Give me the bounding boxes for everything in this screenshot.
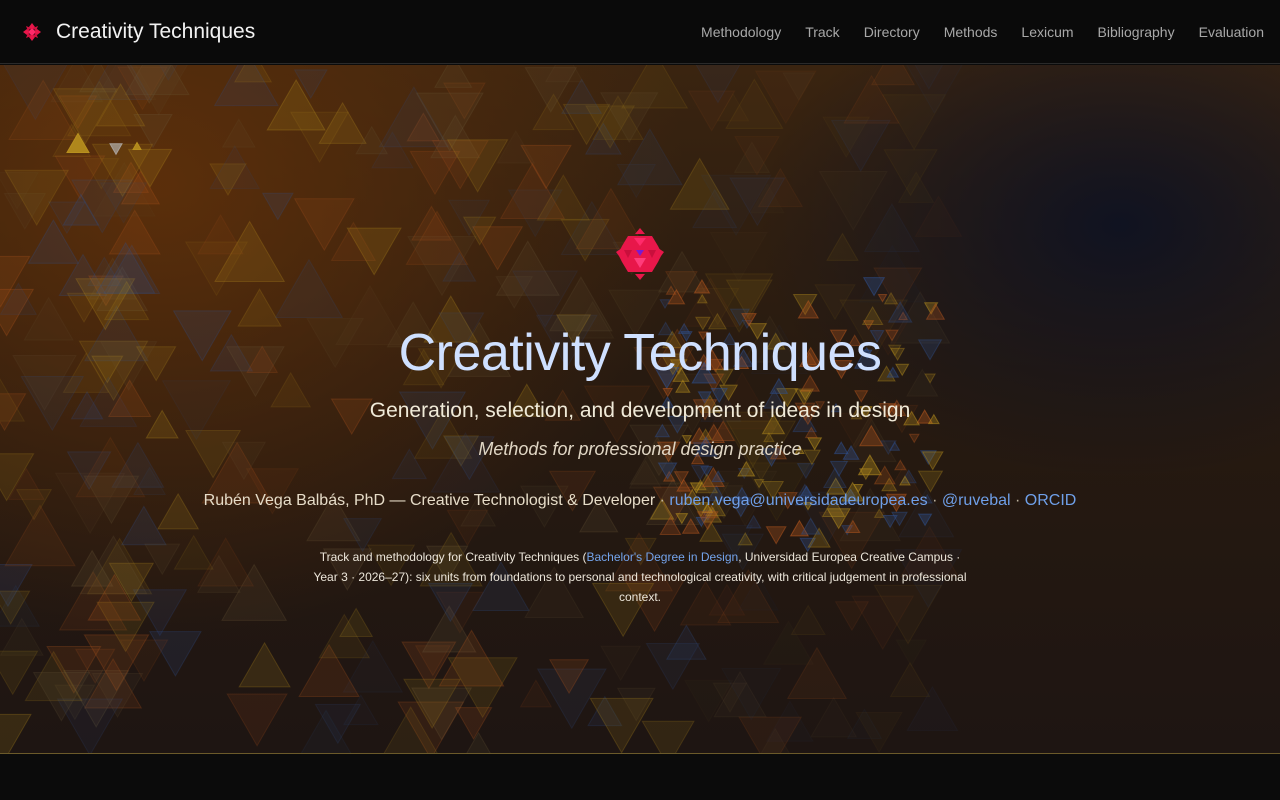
separator: · — [932, 492, 938, 509]
author-line: Rubén Vega Balbás, PhD — Creative Techno… — [0, 492, 1280, 510]
nav-bibliography[interactable]: Bibliography — [1098, 24, 1175, 40]
fractal-flower-icon — [616, 228, 664, 280]
author-orcid-link[interactable]: ORCID — [1025, 492, 1077, 509]
author-handle-link[interactable]: @ruvebal — [942, 492, 1011, 509]
site-title: Creativity Techniques — [56, 20, 256, 43]
nav-methods[interactable]: Methods — [944, 24, 998, 40]
main-nav: Methodology Track Directory Methods Lexi… — [701, 0, 1264, 64]
nav-lexicum[interactable]: Lexicum — [1021, 24, 1073, 40]
nav-evaluation[interactable]: Evaluation — [1199, 24, 1264, 40]
hero-subtitle: Generation, selection, and development o… — [369, 399, 911, 422]
hero-section: Creativity Techniques Generation, select… — [0, 65, 1280, 753]
nav-track[interactable]: Track — [805, 24, 839, 40]
degree-link[interactable]: Bachelor's Degree in Design — [586, 550, 738, 564]
nav-directory[interactable]: Directory — [864, 24, 920, 40]
course-description: Track and methodology for Creativity Tec… — [310, 547, 970, 607]
author-email-link[interactable]: ruben.vega@universidadeuropea.es — [669, 492, 927, 509]
fractal-flower-icon — [23, 23, 41, 41]
hero-bottom-border — [0, 753, 1280, 754]
separator: · — [1015, 492, 1021, 509]
brand-home-link[interactable]: Creativity Techniques — [22, 0, 255, 64]
hero-tagline: Methods for professional design practice — [478, 439, 802, 459]
hero-content: Creativity Techniques Generation, select… — [0, 65, 1280, 753]
nav-methodology[interactable]: Methodology — [701, 24, 781, 40]
separator: · — [659, 492, 665, 509]
author-name-role: Rubén Vega Balbás, PhD — Creative Techno… — [203, 492, 656, 509]
hero-title: Creativity Techniques — [398, 324, 882, 382]
description-prefix: Track and methodology for Creativity Tec… — [319, 550, 587, 564]
top-navigation-bar: Creativity Techniques Methodology Track … — [0, 0, 1280, 64]
